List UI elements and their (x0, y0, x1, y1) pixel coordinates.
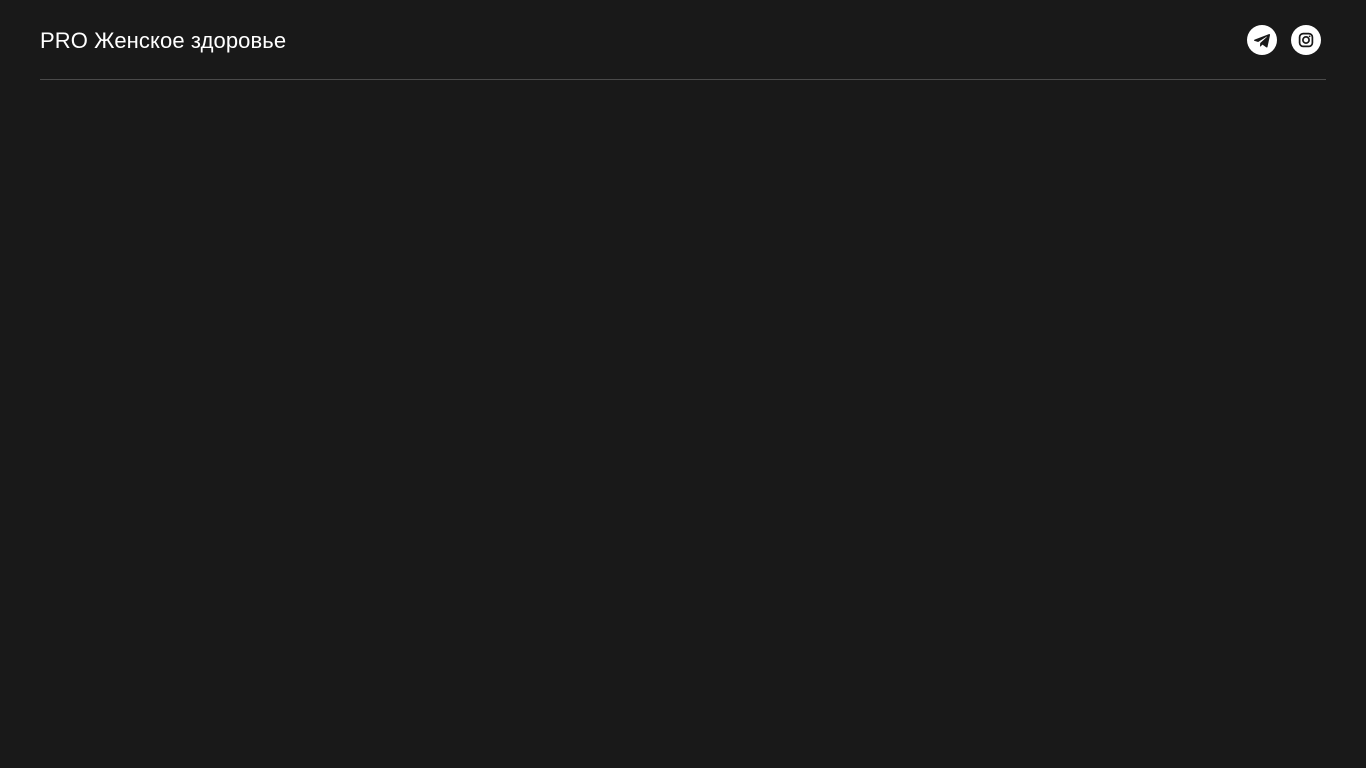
social-links (1247, 25, 1321, 55)
telegram-icon (1253, 34, 1271, 48)
site-header: PRO Женское здоровье (40, 0, 1326, 80)
instagram-link[interactable] (1291, 25, 1321, 55)
main-content (0, 80, 1366, 768)
instagram-icon (1298, 32, 1314, 48)
site-title[interactable]: PRO Женское здоровье (40, 26, 286, 56)
telegram-link[interactable] (1247, 25, 1277, 55)
